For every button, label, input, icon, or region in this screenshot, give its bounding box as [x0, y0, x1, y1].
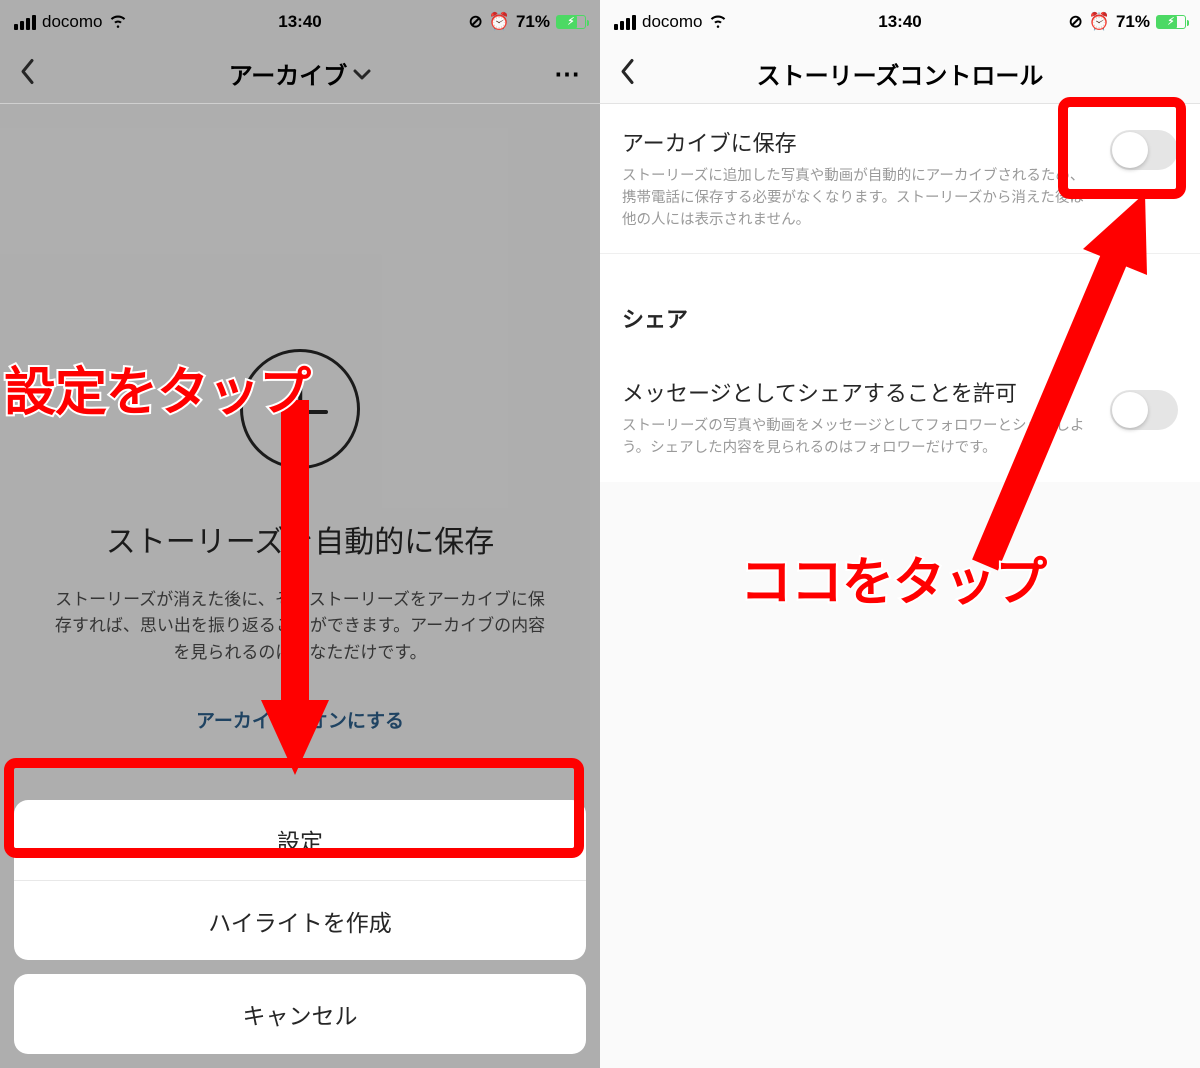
- battery-icon: ⚡︎: [556, 15, 586, 29]
- setting-title: アーカイブに保存: [622, 126, 1096, 158]
- rotation-lock-icon: ⊘: [1069, 12, 1083, 32]
- status-bar: docomo 13:40 ⊘ ⏰ 71% ⚡︎: [600, 0, 1200, 44]
- wifi-icon: [708, 10, 728, 35]
- cell-signal-icon: [614, 15, 636, 30]
- back-button[interactable]: [618, 57, 638, 90]
- left-screenshot: docomo 13:40 ⊘ ⏰ 71% ⚡︎ アーカイブ ⋯ ストーリーズを自…: [0, 0, 600, 1068]
- rotation-lock-icon: ⊘: [469, 12, 483, 32]
- annotation-highlight-toggle: [1058, 97, 1186, 199]
- nav-bar: ストーリーズコントロール: [600, 44, 1200, 104]
- carrier-name: docomo: [642, 12, 702, 32]
- create-highlight-button[interactable]: ハイライトを作成: [14, 880, 586, 960]
- nav-title: ストーリーズコントロール: [757, 56, 1044, 91]
- battery-percent: 71%: [516, 12, 550, 32]
- nav-bar: アーカイブ ⋯: [0, 44, 600, 104]
- annotation-arrow-down: [255, 390, 335, 790]
- cancel-button[interactable]: キャンセル: [14, 974, 586, 1054]
- more-button[interactable]: ⋯: [554, 58, 582, 89]
- right-screenshot: docomo 13:40 ⊘ ⏰ 71% ⚡︎ ストーリーズコントロール アーカ…: [600, 0, 1200, 1068]
- back-button[interactable]: [18, 57, 38, 90]
- status-bar: docomo 13:40 ⊘ ⏰ 71% ⚡︎: [0, 0, 600, 44]
- annotation-text-right: ココをタップ: [740, 540, 1046, 615]
- chevron-down-icon: [353, 60, 371, 88]
- battery-icon: ⚡︎: [1156, 15, 1186, 29]
- nav-title-text: アーカイブ: [229, 56, 348, 91]
- annotation-text-left: 設定をタップ: [4, 350, 310, 425]
- battery-percent: 71%: [1116, 12, 1150, 32]
- cell-signal-icon: [14, 15, 36, 30]
- alarm-icon: ⏰: [489, 12, 510, 32]
- wifi-icon: [108, 10, 128, 35]
- carrier-name: docomo: [42, 12, 102, 32]
- annotation-arrow-diagonal: [955, 185, 1175, 585]
- nav-title[interactable]: アーカイブ: [229, 56, 372, 91]
- alarm-icon: ⏰: [1089, 12, 1110, 32]
